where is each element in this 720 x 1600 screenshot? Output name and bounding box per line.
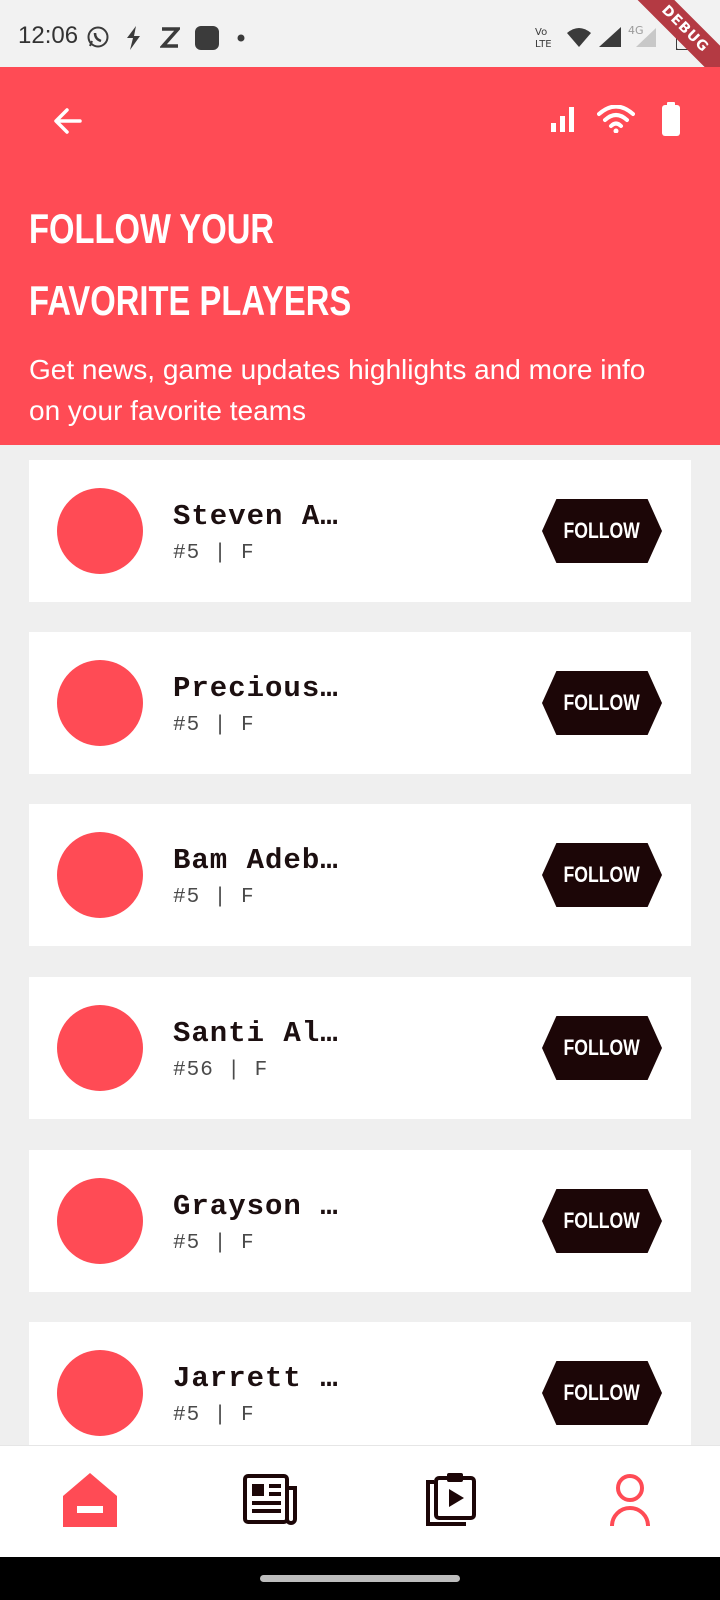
player-avatar	[57, 832, 143, 918]
wifi-icon	[567, 28, 591, 47]
player-card[interactable]: Grayson … #5 | F FOLLOW	[29, 1150, 691, 1292]
back-arrow-icon[interactable]	[50, 103, 86, 139]
player-number-position: #5 | F	[173, 886, 255, 909]
videos-icon[interactable]	[420, 1470, 480, 1530]
player-card[interactable]: Bam Adeb… #5 | F FOLLOW	[29, 804, 691, 946]
player-number-position: #5 | F	[173, 1404, 255, 1427]
z-icon	[160, 27, 180, 48]
gesture-navigation-bar	[0, 1557, 720, 1600]
title-line-1: FOLLOW YOUR	[29, 205, 275, 252]
header: FOLLOW YOUR FAVORITE PLAYERS Get news, g…	[0, 67, 720, 445]
player-name: Grayson …	[173, 1190, 339, 1223]
follow-button[interactable]: FOLLOW	[542, 1016, 662, 1080]
player-card[interactable]: Precious… #5 | F FOLLOW	[29, 632, 691, 774]
player-name: Santi Al…	[173, 1017, 339, 1050]
player-avatar	[57, 1350, 143, 1436]
svg-text:Vo: Vo	[535, 27, 547, 38]
status-time: 12:06	[18, 22, 79, 49]
follow-button-label: FOLLOW	[563, 1035, 641, 1060]
follow-button-label: FOLLOW	[563, 1380, 641, 1405]
4g-signal-icon: 4G	[628, 24, 656, 47]
player-avatar	[57, 1178, 143, 1264]
follow-button[interactable]: FOLLOW	[542, 671, 662, 735]
page-subtitle: Get news, game updates highlights and mo…	[29, 354, 646, 426]
player-number-position: #5 | F	[173, 714, 255, 737]
page-title: FOLLOW YOUR FAVORITE PLAYERS	[29, 193, 497, 337]
player-number-position: #5 | F	[173, 1232, 255, 1255]
follow-button[interactable]: FOLLOW	[542, 499, 662, 563]
player-avatar	[57, 660, 143, 746]
bottom-navigation	[0, 1445, 720, 1558]
home-gesture-handle[interactable]	[260, 1575, 460, 1582]
player-avatar	[57, 488, 143, 574]
news-icon[interactable]	[240, 1470, 300, 1530]
player-name: Steven A…	[173, 500, 339, 533]
dot-icon	[237, 34, 245, 42]
title-line-2: FAVORITE PLAYERS	[29, 277, 352, 324]
volte-icon: Vo LTE	[535, 27, 552, 50]
player-number-position: #56 | F	[173, 1059, 269, 1082]
bolt-icon	[127, 26, 140, 50]
player-card[interactable]: Santi Al… #56 | F FOLLOW	[29, 977, 691, 1119]
player-number-position: #5 | F	[173, 542, 255, 565]
follow-button-label: FOLLOW	[563, 862, 641, 887]
follow-button[interactable]: FOLLOW	[542, 1361, 662, 1425]
square-icon	[195, 26, 219, 50]
follow-button[interactable]: FOLLOW	[542, 1189, 662, 1253]
signal-bars-icon	[551, 107, 574, 132]
whatsapp-icon	[87, 26, 109, 48]
player-list[interactable]: Steven A… #5 | F FOLLOW Precious… #5 | F…	[0, 445, 720, 1445]
player-avatar	[57, 1005, 143, 1091]
profile-icon[interactable]	[600, 1470, 660, 1530]
home-icon[interactable]	[60, 1470, 120, 1530]
svg-text:LTE: LTE	[535, 39, 552, 50]
follow-button-label: FOLLOW	[563, 518, 641, 543]
signal-icon	[599, 27, 621, 47]
svg-text:4G: 4G	[628, 24, 644, 37]
follow-button-label: FOLLOW	[563, 690, 641, 715]
player-name: Jarrett …	[173, 1362, 339, 1395]
system-status-bar: 12:06 Vo LTE 4G DEBUG	[0, 0, 720, 92]
player-name: Bam Adeb…	[173, 844, 339, 877]
player-card[interactable]: Jarrett … #5 | F FOLLOW	[29, 1322, 691, 1445]
battery-icon	[662, 102, 680, 136]
player-card[interactable]: Steven A… #5 | F FOLLOW	[29, 460, 691, 602]
player-name: Precious…	[173, 672, 339, 705]
wifi-icon	[597, 105, 635, 133]
follow-button-label: FOLLOW	[563, 1208, 641, 1233]
follow-button[interactable]: FOLLOW	[542, 843, 662, 907]
